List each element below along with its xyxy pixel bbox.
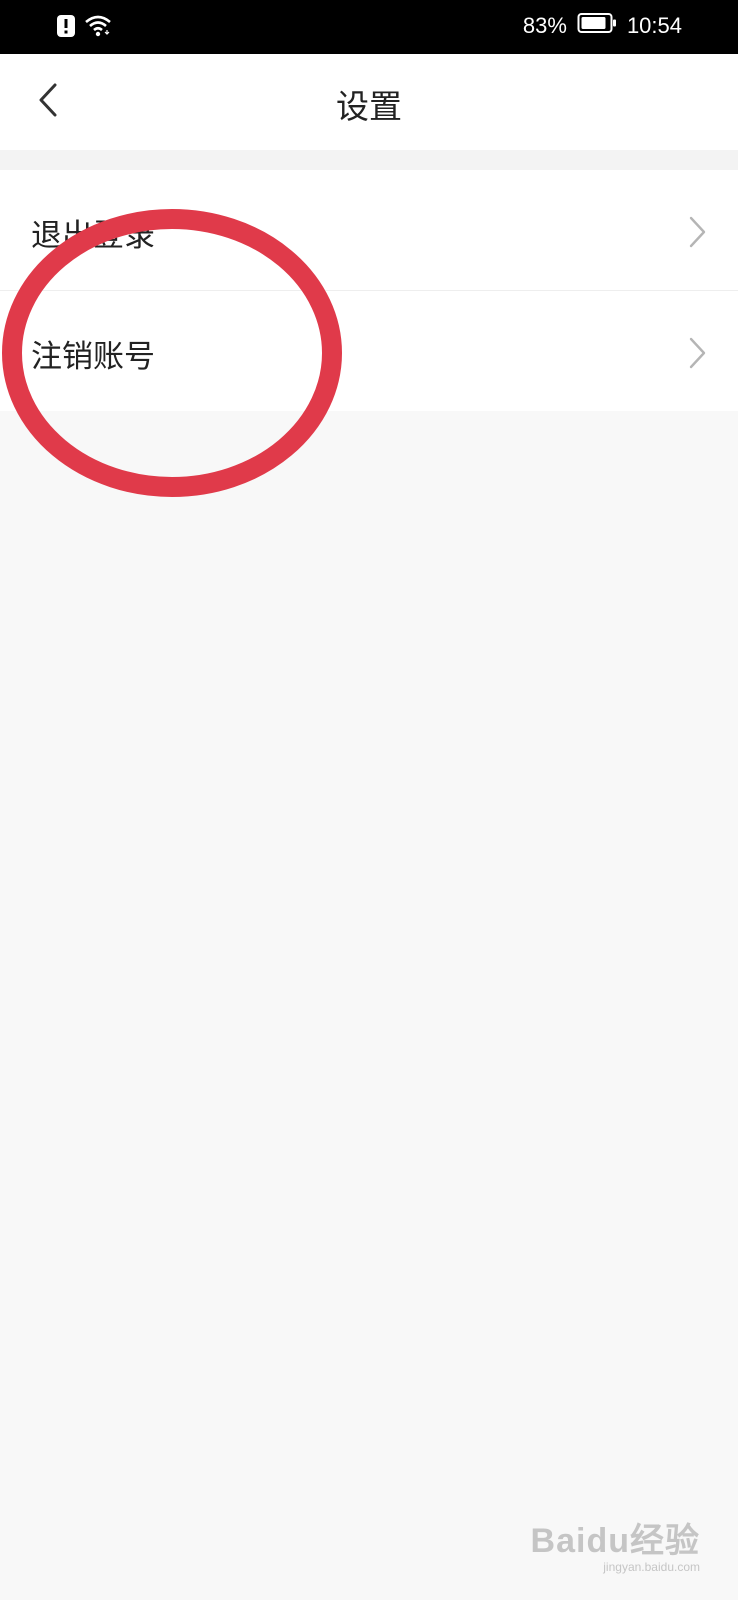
- logout-label: 退出登录: [31, 218, 155, 254]
- deactivate-account-item[interactable]: 注销账号: [0, 291, 738, 411]
- section-divider: [0, 150, 738, 170]
- alert-icon: [56, 14, 76, 42]
- battery-percent: 83%: [522, 13, 567, 38]
- screen: 83% 10:54 设置 退出登录 注销账号 Baidu经验 jingyan.b…: [0, 0, 738, 1600]
- logout-item[interactable]: 退出登录: [0, 170, 738, 291]
- wifi-icon: [84, 14, 112, 42]
- status-bar: 83% 10:54: [0, 0, 738, 54]
- settings-list: 退出登录 注销账号: [0, 170, 738, 411]
- battery-icon: [577, 12, 617, 40]
- status-left: [56, 14, 112, 42]
- watermark-logo: Baidu经验: [530, 1522, 700, 1560]
- chevron-right-icon: [686, 335, 710, 371]
- page-title: 设置: [336, 87, 402, 126]
- header: 设置: [0, 54, 738, 150]
- chevron-right-icon: [686, 214, 710, 250]
- watermark-url: jingyan.baidu.com: [603, 1560, 700, 1574]
- clock: 10:54: [626, 13, 682, 38]
- deactivate-account-label: 注销账号: [31, 339, 155, 375]
- status-right: 83% 10:54: [523, 12, 682, 40]
- watermark: Baidu经验 jingyan.baidu.com: [531, 1513, 700, 1574]
